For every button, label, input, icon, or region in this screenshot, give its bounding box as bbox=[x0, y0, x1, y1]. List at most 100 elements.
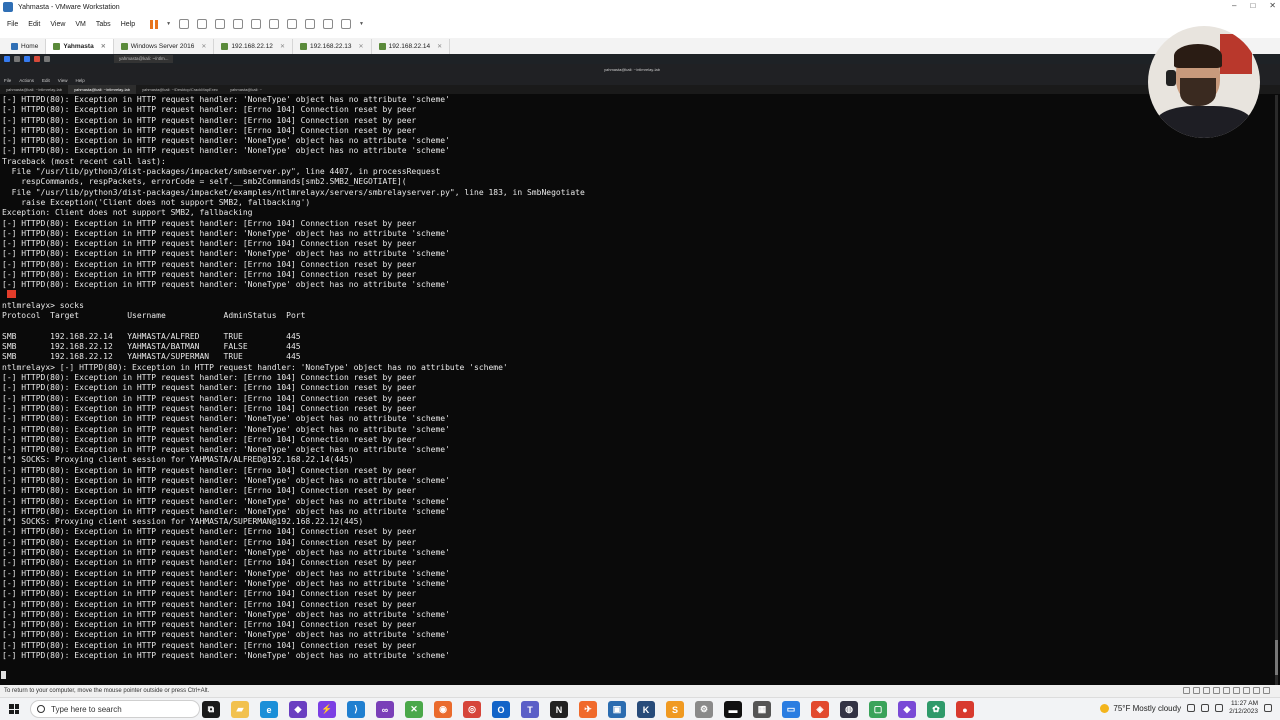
vscode-icon[interactable]: ⟩ bbox=[347, 701, 365, 718]
snapshot-icon[interactable] bbox=[197, 19, 208, 29]
send-ctrl-alt-del-icon[interactable] bbox=[179, 19, 190, 29]
workspace-icon[interactable] bbox=[14, 56, 20, 62]
volume-icon[interactable] bbox=[1215, 704, 1224, 712]
tab-vm-13[interactable]: 192.168.22.13 ✕ bbox=[293, 39, 372, 54]
terminal-tab[interactable]: yahmasta@kali: ~/Desktop/CrackMapExec bbox=[136, 85, 224, 94]
chevron-down-icon[interactable]: ▼ bbox=[359, 21, 364, 27]
settings-icon[interactable]: ⚙ bbox=[695, 701, 713, 718]
revert-snapshot-icon[interactable] bbox=[215, 19, 226, 29]
terminal-line: Protocol Target Username AdminStatus Por… bbox=[2, 311, 306, 321]
terminal-tab[interactable]: yahmasta@kali: ~ bbox=[224, 85, 268, 94]
maximize-button[interactable]: □ bbox=[1250, 1, 1255, 10]
visual-studio-icon[interactable]: ∞ bbox=[376, 701, 394, 718]
app-blue-icon[interactable]: ▭ bbox=[782, 701, 800, 718]
kali-menu-icon[interactable] bbox=[4, 56, 10, 62]
app-green-icon[interactable]: ▢ bbox=[869, 701, 887, 718]
fullscreen-icon[interactable] bbox=[287, 19, 298, 29]
search-input[interactable]: Type here to search bbox=[30, 700, 200, 718]
chevron-down-icon[interactable]: ▼ bbox=[166, 21, 171, 27]
obsidian-icon[interactable]: ◆ bbox=[289, 701, 307, 718]
menu-help[interactable]: Help bbox=[120, 21, 136, 28]
sound-icon[interactable] bbox=[1223, 687, 1230, 694]
terminal-tab-active[interactable]: yahmasta@kali: ~/ntlmrelay-lab bbox=[67, 85, 136, 94]
pause-icon[interactable] bbox=[150, 19, 159, 29]
task-view-icon[interactable]: ⧉ bbox=[202, 701, 220, 718]
kali-icon[interactable]: K bbox=[637, 701, 655, 718]
menu-tabs[interactable]: Tabs bbox=[95, 21, 112, 28]
printer-icon[interactable] bbox=[1233, 687, 1240, 694]
display-icon[interactable] bbox=[1243, 687, 1250, 694]
clock[interactable]: 11:27 AM 2/12/2023 bbox=[1229, 700, 1258, 716]
app-red-icon[interactable]: ◈ bbox=[811, 701, 829, 718]
postman-icon[interactable]: ✈ bbox=[579, 701, 597, 718]
tab-vm-14[interactable]: 192.168.22.14 ✕ bbox=[372, 39, 451, 54]
close-icon[interactable]: ✕ bbox=[437, 43, 442, 50]
message-icon[interactable] bbox=[1253, 687, 1260, 694]
tab-windows-server[interactable]: Windows Server 2016 ✕ bbox=[114, 39, 215, 54]
edge-icon[interactable]: e bbox=[260, 701, 278, 718]
terminal-tab[interactable]: yahmasta@kali: ~/ntlmrelay-lab bbox=[0, 85, 68, 94]
tab-yahmasta[interactable]: Yahmasta ✕ bbox=[46, 39, 114, 54]
wifi-icon[interactable] bbox=[1201, 704, 1210, 712]
minimize-button[interactable]: – bbox=[1232, 1, 1236, 10]
app-purple-icon[interactable]: ⚡ bbox=[318, 701, 336, 718]
close-button[interactable]: ✕ bbox=[1269, 1, 1276, 10]
teams-icon[interactable]: T bbox=[521, 701, 539, 718]
menu-file[interactable]: File bbox=[6, 21, 19, 28]
usb-icon[interactable] bbox=[1213, 687, 1220, 694]
close-icon[interactable]: ✕ bbox=[359, 43, 364, 50]
tab-home[interactable]: Home bbox=[4, 39, 47, 54]
app-purple2-icon[interactable]: ◆ bbox=[898, 701, 916, 718]
menu-edit[interactable]: Edit bbox=[27, 21, 41, 28]
console-view-icon[interactable] bbox=[323, 19, 334, 29]
library-icon[interactable] bbox=[251, 19, 262, 29]
expand-icon[interactable] bbox=[1263, 687, 1270, 694]
cdrom-icon[interactable] bbox=[1193, 687, 1200, 694]
vmware-icon[interactable]: ▣ bbox=[608, 701, 626, 718]
menu-view[interactable]: View bbox=[49, 21, 66, 28]
chrome-icon[interactable]: ◎ bbox=[463, 701, 481, 718]
app-teal-icon[interactable]: ✿ bbox=[927, 701, 945, 718]
notification-icon[interactable] bbox=[1264, 704, 1272, 712]
scrollbar-thumb[interactable] bbox=[1275, 640, 1278, 675]
close-icon[interactable]: ✕ bbox=[101, 43, 106, 50]
cmd-icon[interactable]: ▬ bbox=[724, 701, 742, 718]
sublime-icon[interactable]: S bbox=[666, 701, 684, 718]
files-icon[interactable] bbox=[24, 56, 30, 62]
term-menu-help[interactable]: Help bbox=[75, 78, 84, 83]
menu-vm[interactable]: VM bbox=[74, 21, 87, 28]
terminal-tab-bar: yahmasta@kali: ~/ntlmrelay-lab yahmasta@… bbox=[0, 85, 1280, 94]
vm-display[interactable]: yahmasta@kali: ~/ntlm... yahmasta@kali: … bbox=[0, 54, 1280, 685]
network-icon[interactable] bbox=[1203, 687, 1210, 694]
browser-icon[interactable] bbox=[44, 56, 50, 62]
app-red2-icon[interactable]: ● bbox=[956, 701, 974, 718]
terminal-scrollbar[interactable] bbox=[1275, 95, 1278, 685]
outlook-icon[interactable]: O bbox=[492, 701, 510, 718]
close-icon[interactable]: ✕ bbox=[201, 43, 206, 50]
chevron-up-icon[interactable] bbox=[1187, 704, 1196, 712]
thumbnail-icon[interactable] bbox=[269, 19, 280, 29]
term-menu-file[interactable]: File bbox=[4, 78, 11, 83]
terminal-green-icon[interactable]: ✕ bbox=[405, 701, 423, 718]
term-menu-view[interactable]: View bbox=[58, 78, 68, 83]
snapshot-manager-icon[interactable] bbox=[233, 19, 244, 29]
windows-start-icon[interactable] bbox=[9, 704, 19, 714]
hdd-icon[interactable] bbox=[1183, 687, 1190, 694]
firefox-icon[interactable]: ◉ bbox=[434, 701, 452, 718]
term-menu-actions[interactable]: Actions bbox=[19, 78, 34, 83]
term-menu-edit[interactable]: Edit bbox=[42, 78, 50, 83]
tab-vm-12[interactable]: 192.168.22.12 ✕ bbox=[214, 39, 293, 54]
stretch-icon[interactable] bbox=[341, 19, 352, 29]
kali-taskbar-item[interactable]: yahmasta@kali: ~/ntlm... bbox=[114, 55, 174, 63]
file-explorer-icon[interactable]: ▰ bbox=[231, 701, 249, 718]
obs-icon[interactable]: ◍ bbox=[840, 701, 858, 718]
terminal-line: [-] HTTPD(80): Exception in HTTP request… bbox=[2, 651, 450, 661]
close-icon[interactable]: ✕ bbox=[280, 43, 285, 50]
search-icon bbox=[37, 705, 45, 713]
notion-icon[interactable]: N bbox=[550, 701, 568, 718]
unity-icon[interactable] bbox=[305, 19, 316, 29]
weather-widget[interactable]: 75°F Mostly cloudy bbox=[1100, 703, 1181, 713]
terminal-output[interactable]: [-] HTTPD(80): Exception in HTTP request… bbox=[2, 95, 1272, 685]
terminal-icon[interactable] bbox=[34, 56, 40, 62]
calculator-icon[interactable]: ▦ bbox=[753, 701, 771, 718]
